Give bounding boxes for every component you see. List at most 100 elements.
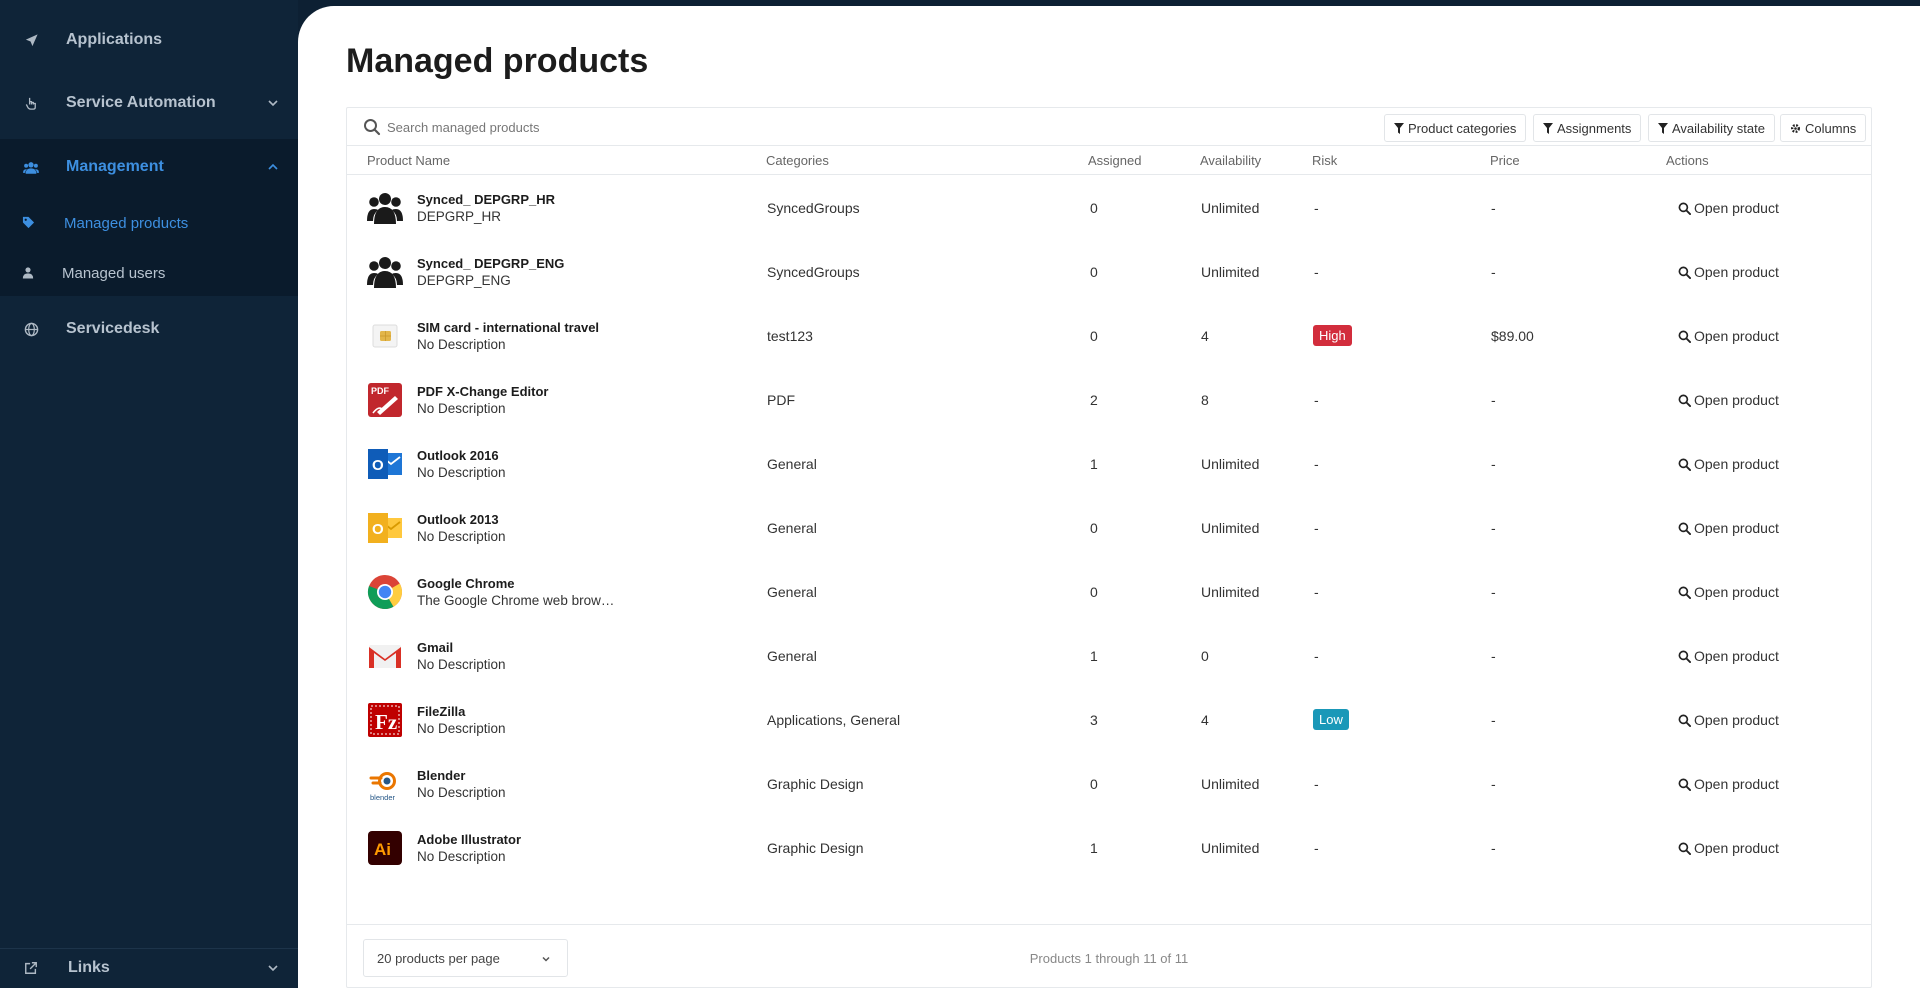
categories-cell: SyncedGroups xyxy=(767,200,860,216)
product-name: Outlook 2016 xyxy=(417,448,499,463)
open-product-button[interactable]: Open product xyxy=(1678,456,1779,472)
nav-label: Links xyxy=(68,959,110,976)
open-product-button[interactable]: Open product xyxy=(1678,520,1779,536)
open-product-button[interactable]: Open product xyxy=(1678,200,1779,216)
search-input[interactable] xyxy=(387,113,987,141)
column-header-categories[interactable]: Categories xyxy=(766,153,829,168)
column-header-risk[interactable]: Risk xyxy=(1312,153,1337,168)
table-row[interactable]: PDF PDF X-Change Editor No Description PDF 2… xyxy=(347,368,1871,432)
users-icon xyxy=(22,158,40,176)
nav-servicedesk[interactable]: Servicedesk xyxy=(0,299,298,359)
nav-label: Applications xyxy=(66,31,163,48)
open-product-label: Open product xyxy=(1694,200,1779,216)
gear-icon xyxy=(1791,123,1800,133)
table-row[interactable]: Google Chrome The Google Chrome web brow…… xyxy=(347,560,1871,624)
search-icon xyxy=(1678,330,1691,343)
table-row[interactable]: SIM card - international travel No Descri… xyxy=(347,304,1871,368)
risk-badge: Low xyxy=(1313,709,1349,730)
column-header-product-name[interactable]: Product Name xyxy=(367,153,450,168)
external-link-icon xyxy=(22,959,40,977)
product-description: No Description xyxy=(417,849,506,864)
open-product-button[interactable]: Open product xyxy=(1678,392,1779,408)
table-header: Product Name Categories Assigned Availab… xyxy=(347,146,1871,175)
sub-item-managed-products[interactable]: Managed products xyxy=(0,203,298,243)
svg-text:Ai: Ai xyxy=(374,840,391,859)
search-icon xyxy=(1678,266,1691,279)
availability-cell: Unlimited xyxy=(1201,264,1260,280)
filter-label: Availability state xyxy=(1672,120,1765,136)
categories-cell: SyncedGroups xyxy=(767,264,860,280)
sim-card-icon xyxy=(367,318,403,354)
filter-icon xyxy=(1658,122,1668,134)
assigned-cell: 2 xyxy=(1090,392,1098,408)
price-cell: - xyxy=(1491,264,1496,280)
filter-label: Columns xyxy=(1805,120,1857,136)
table-row[interactable]: Ai Adobe Illustrator No Description Graphic… xyxy=(347,816,1871,880)
product-name: Synced_ DEPGRP_ENG xyxy=(417,256,565,271)
search-icon xyxy=(1678,202,1691,215)
risk-cell: - xyxy=(1314,392,1319,408)
nav-management[interactable]: Management xyxy=(0,137,298,197)
main-panel: Managed products Product categories Assi… xyxy=(298,6,1920,988)
price-cell: - xyxy=(1491,392,1496,408)
product-categories-filter-button[interactable]: Product categories xyxy=(1384,114,1527,142)
table-row[interactable]: O Outlook 2013 No Description General 0 Unlim… xyxy=(347,496,1871,560)
search-icon xyxy=(1678,842,1691,855)
availability-cell: 4 xyxy=(1201,712,1209,728)
sub-item-label: Managed products xyxy=(64,214,189,232)
categories-cell: General xyxy=(767,584,817,600)
table-row[interactable]: Gmail No Description General 1 0 - - Open produ… xyxy=(347,624,1871,688)
price-cell: - xyxy=(1491,520,1496,536)
availability-cell: Unlimited xyxy=(1201,584,1260,600)
availability-cell: 8 xyxy=(1201,392,1209,408)
availability-state-filter-button[interactable]: Availability state xyxy=(1648,114,1775,142)
risk-cell: - xyxy=(1314,456,1319,472)
table-row[interactable]: O Outlook 2016 No Description General 1 Unlim… xyxy=(347,432,1871,496)
open-product-button[interactable]: Open product xyxy=(1678,712,1779,728)
assignments-filter-button[interactable]: Assignments xyxy=(1533,114,1642,142)
price-cell: - xyxy=(1491,712,1496,728)
products-card: Product categories Assignments Availabil… xyxy=(346,107,1872,988)
nav-links[interactable]: Links xyxy=(0,938,298,988)
table-row[interactable]: blender Blender No Description Graphic Desi… xyxy=(347,752,1871,816)
column-header-assigned[interactable]: Assigned xyxy=(1088,153,1141,168)
open-product-label: Open product xyxy=(1694,264,1779,280)
outlook-2016-icon: O xyxy=(367,446,403,482)
column-header-availability[interactable]: Availability xyxy=(1200,153,1261,168)
risk-cell: - xyxy=(1314,200,1319,216)
availability-cell: Unlimited xyxy=(1201,840,1260,856)
product-description: No Description xyxy=(417,401,506,416)
sub-item-label: Managed users xyxy=(62,264,166,282)
sub-item-managed-users[interactable]: Managed users xyxy=(0,253,298,293)
categories-cell: General xyxy=(767,456,817,472)
product-description: No Description xyxy=(417,721,506,736)
nav-applications[interactable]: Applications xyxy=(0,10,298,70)
table-row[interactable]: Synced_ DEPGRP_HR DEPGRP_HR SyncedGroups 0 U… xyxy=(347,176,1871,240)
open-product-label: Open product xyxy=(1694,328,1779,344)
column-header-price[interactable]: Price xyxy=(1490,153,1520,168)
columns-button[interactable]: Columns xyxy=(1780,114,1867,142)
open-product-button[interactable]: Open product xyxy=(1678,648,1779,664)
open-product-button[interactable]: Open product xyxy=(1678,776,1779,792)
table-row[interactable]: Synced_ DEPGRP_ENG DEPGRP_ENG SyncedGroups… xyxy=(347,240,1871,304)
table-row[interactable]: Fz FileZilla No Description Applications, G… xyxy=(347,688,1871,752)
availability-cell: Unlimited xyxy=(1201,200,1260,216)
product-description: No Description xyxy=(417,785,506,800)
filter-icon xyxy=(1543,122,1553,134)
search-icon xyxy=(1678,522,1691,535)
blender-icon: blender xyxy=(367,766,403,802)
open-product-button[interactable]: Open product xyxy=(1678,328,1779,344)
open-product-button[interactable]: Open product xyxy=(1678,840,1779,856)
risk-cell: - xyxy=(1314,776,1319,792)
open-product-label: Open product xyxy=(1694,520,1779,536)
open-product-button[interactable]: Open product xyxy=(1678,264,1779,280)
open-product-button[interactable]: Open product xyxy=(1678,584,1779,600)
categories-cell: Applications, General xyxy=(767,712,901,728)
nav-label: Management xyxy=(66,158,164,175)
assigned-cell: 0 xyxy=(1090,520,1098,536)
search-icon xyxy=(364,119,381,136)
globe-icon xyxy=(22,320,40,338)
svg-text:PDF: PDF xyxy=(371,386,390,396)
nav-service-automation[interactable]: Service Automation xyxy=(0,73,298,133)
open-product-label: Open product xyxy=(1694,584,1779,600)
